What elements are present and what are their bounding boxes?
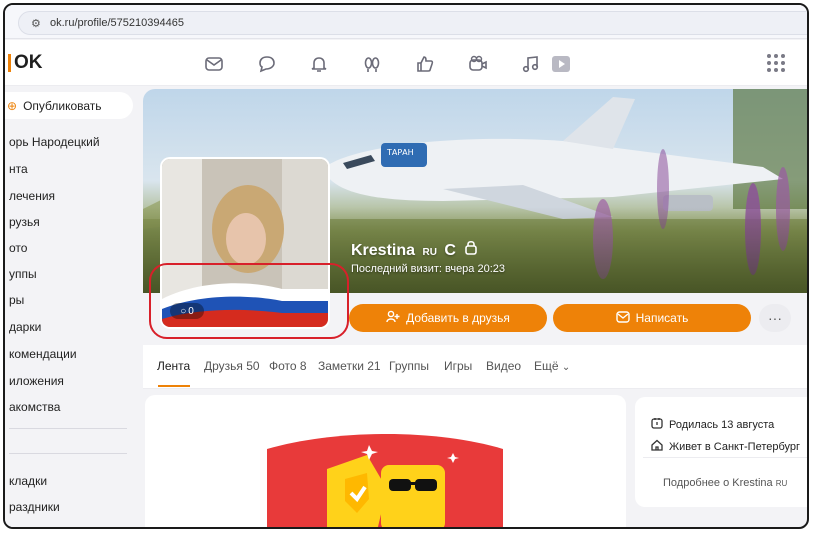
add-friend-icon xyxy=(386,310,400,327)
tab-groups[interactable]: Группы xyxy=(389,359,429,373)
write-message-label: Написать xyxy=(635,311,689,325)
browser-window: ⚙ ok.ru/profile/575210394465 OK ⊕ Опубли… xyxy=(3,3,809,529)
sidebar-item-photos[interactable]: ото xyxy=(9,241,27,255)
tab-games[interactable]: Игры xyxy=(444,359,472,373)
tab-photos[interactable]: Фото 8 xyxy=(269,359,307,373)
sidebar-item-entertainment[interactable]: лечения xyxy=(9,189,55,203)
sidebar-item-games[interactable]: ры xyxy=(9,293,24,307)
left-sidebar: ⊕ Опубликовать орь Народецкий нта лечени… xyxy=(5,87,135,527)
last-visit-status: Последний визит: вчера 20:23 xyxy=(351,263,505,275)
tab-more-label: Ещё xyxy=(534,359,559,373)
birthday-row: Родилась 13 августа xyxy=(651,417,774,432)
sidebar-item-groups[interactable]: уппы xyxy=(9,267,37,281)
guests-icon[interactable] xyxy=(361,53,383,75)
more-actions-button[interactable]: ··· xyxy=(759,304,791,332)
site-info-icon[interactable]: ⚙ xyxy=(31,17,41,30)
music-icon[interactable] xyxy=(520,53,542,75)
profile-name-badge: RU xyxy=(422,247,437,258)
tab-video[interactable]: Видео xyxy=(486,359,521,373)
messages-icon[interactable] xyxy=(203,53,225,75)
video-icon[interactable] xyxy=(550,53,572,75)
add-friend-label: Добавить в друзья xyxy=(406,311,510,325)
add-friend-button[interactable]: Добавить в друзья xyxy=(349,304,547,332)
sidebar-item-profile-name[interactable]: орь Народецкий xyxy=(9,135,100,149)
highlight-annotation xyxy=(149,263,349,339)
sidebar-item-gifts[interactable]: дарки xyxy=(9,320,41,334)
ok-logo[interactable]: OK xyxy=(5,52,43,74)
feed-card xyxy=(145,395,626,529)
publish-icon: ⊕ xyxy=(7,98,18,113)
profile-info-card: Родилась 13 августа Живет в Санкт-Петерб… xyxy=(635,397,807,507)
sidebar-divider xyxy=(9,428,127,429)
sidebar-item-apps[interactable]: иложения xyxy=(9,374,64,388)
more-about-link[interactable]: Подробнее о Krestina RU xyxy=(663,477,787,489)
active-tab-indicator xyxy=(158,385,190,387)
home-icon xyxy=(651,439,663,454)
events-like-icon[interactable] xyxy=(414,53,436,75)
location-text: Живет в Санкт-Петербург xyxy=(669,440,801,453)
sidebar-item-dating[interactable]: акомства xyxy=(9,400,60,414)
birthday-text: Родилась 13 августа xyxy=(669,418,775,431)
calendar-icon xyxy=(651,417,663,432)
sidebar-item-friends[interactable]: рузья xyxy=(9,215,40,229)
nav-divider xyxy=(807,50,808,76)
top-navigation: OK xyxy=(5,40,808,86)
lock-icon xyxy=(464,240,478,259)
sidebar-divider xyxy=(9,453,127,454)
more-about-badge: RU xyxy=(775,479,788,488)
discussions-icon[interactable] xyxy=(256,53,278,75)
chevron-down-icon: ⌄ xyxy=(561,362,571,373)
publish-button[interactable]: ⊕ Опубликовать xyxy=(5,92,133,119)
security-promo-banner[interactable] xyxy=(257,429,513,529)
address-bar[interactable]: ⚙ ok.ru/profile/575210394465 xyxy=(18,11,807,35)
url-text[interactable]: ok.ru/profile/575210394465 xyxy=(50,17,184,29)
tab-notes[interactable]: Заметки 21 xyxy=(318,359,381,373)
profile-name-text: Krestina xyxy=(351,242,416,259)
profile-name: Krestina RU C xyxy=(351,239,478,260)
apps-grid-icon[interactable] xyxy=(767,54,785,72)
notifications-icon[interactable] xyxy=(308,53,330,75)
write-message-button[interactable]: Написать xyxy=(553,304,751,332)
sidebar-item-recommendations[interactable]: комендации xyxy=(9,347,77,361)
more-about-text: Подробнее о Krestina xyxy=(663,477,773,489)
tab-friends[interactable]: Друзья 50 xyxy=(204,359,260,373)
svg-text:ТАРАН: ТАРАН xyxy=(386,148,414,157)
profile-tabs: Лента Друзья 50 Фото 8 Заметки 21 Группы… xyxy=(143,345,807,389)
tab-more[interactable]: Ещё ⌄ xyxy=(534,359,570,373)
tab-feed[interactable]: Лента xyxy=(157,359,190,373)
message-icon xyxy=(615,310,630,326)
video-call-icon[interactable] xyxy=(467,53,489,75)
location-row: Живет в Санкт-Петербург xyxy=(651,439,800,454)
address-bar-area: ⚙ ok.ru/profile/575210394465 xyxy=(5,5,807,39)
profile-name-suffix: C xyxy=(444,242,456,259)
sidebar-item-holidays[interactable]: раздники xyxy=(9,500,60,514)
sidebar-item-bookmarks[interactable]: кладки xyxy=(9,474,47,488)
sidebar-item-feed[interactable]: нта xyxy=(9,162,28,176)
publish-label: Опубликовать xyxy=(23,98,102,113)
info-divider xyxy=(643,457,807,458)
